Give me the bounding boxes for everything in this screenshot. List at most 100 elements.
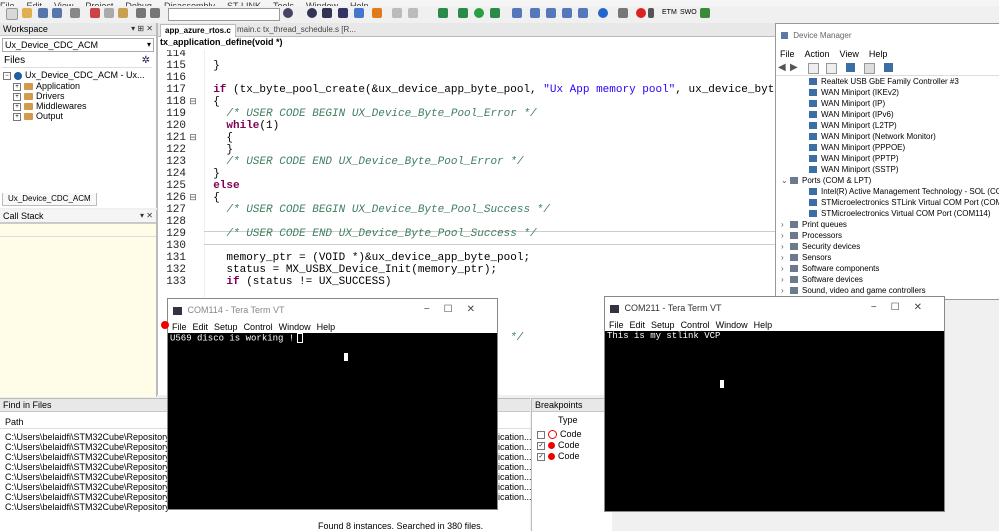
device-item[interactable]: WAN Miniport (SSTP) (809, 165, 899, 174)
go-to-icon[interactable] (322, 8, 332, 18)
code-line[interactable]: 117 if (tx_byte_pool_create(&ux_device_a… (158, 84, 775, 96)
find-result-row[interactable]: C:\Users\belaidfi\STM32Cube\Repository\S… (5, 462, 191, 472)
device-item[interactable]: Realtek USB GbE Family Controller #3 (809, 77, 959, 86)
dm-menu-view[interactable]: View (840, 49, 859, 59)
device-item[interactable]: WAN Miniport (IKEv2) (809, 88, 899, 97)
code-line[interactable]: 129 /* USER CODE END UX_Device_Byte_Pool… (158, 228, 775, 240)
find-result-row[interactable]: C:\Users\belaidfi\STM32Cube\Repository\S… (5, 442, 191, 452)
tree-item-drivers[interactable]: + Drivers (13, 91, 65, 101)
breakpoint-row[interactable]: ✓ Code (537, 451, 580, 461)
device-item[interactable]: STMicroelectronics STLink Virtual COM Po… (809, 198, 999, 207)
st-link-icon[interactable] (700, 8, 710, 18)
find-result-row[interactable]: C:\Users\belaidfi\STM32Cube\Repository\S… (5, 432, 191, 442)
find-combobox[interactable] (168, 8, 280, 21)
reset-icon[interactable] (618, 8, 628, 18)
device-item[interactable]: › Print queues (781, 220, 847, 229)
step-into-icon[interactable] (530, 8, 540, 18)
find-result-line[interactable]: ication... (498, 452, 532, 462)
window-controls[interactable]: −☐✕ (871, 297, 936, 319)
workspace-bottom-tab[interactable]: Ux_Device_CDC_ACM (2, 193, 97, 206)
com211-menu-control[interactable]: Control (681, 320, 710, 330)
monitor-icon[interactable] (884, 63, 893, 72)
fold-marker-icon[interactable]: ⊟ (186, 132, 200, 144)
find-next-icon[interactable] (338, 8, 348, 18)
device-list[interactable]: Realtek USB GbE Family Controller #3 WAN … (776, 77, 999, 299)
com211-menu-edit[interactable]: Edit (630, 320, 646, 330)
chevron-right-icon[interactable]: › (781, 253, 784, 262)
bookmark-icon[interactable] (354, 8, 364, 18)
next-statement-icon[interactable] (562, 8, 572, 18)
code-line[interactable]: 133 if (status != UX_SUCCESS) (158, 276, 775, 288)
print-icon[interactable] (70, 8, 80, 18)
device-item[interactable]: › Software devices (781, 275, 863, 284)
tab-tx-thread-schedule[interactable]: tx_thread_schedule.s [R... (260, 24, 359, 36)
stop-build-icon[interactable] (490, 8, 500, 18)
save-icon[interactable] (38, 8, 48, 18)
code-line[interactable]: 121 ⊟ { (158, 132, 775, 144)
find-result-row[interactable]: C:\Users\belaidfi\STM32Cube\Repository\S… (5, 482, 191, 492)
code-line[interactable]: 131 memory_ptr = (VOID *)&ux_device_app_… (158, 252, 775, 264)
cut-icon[interactable] (90, 8, 100, 18)
breakpoint-checkbox[interactable]: ✓ (537, 452, 545, 461)
breakpoints-header[interactable]: Type (558, 415, 578, 425)
chevron-right-icon[interactable]: › (781, 286, 784, 295)
bookmark-prev-icon[interactable] (392, 8, 402, 18)
code-line[interactable]: 124 } (158, 168, 775, 180)
code-line[interactable]: 130 (158, 240, 775, 252)
com114-terminal[interactable]: U569 disco is working ! (168, 333, 497, 509)
device-item[interactable]: › Software components (781, 264, 879, 273)
open-folder-icon[interactable] (22, 8, 32, 18)
go-icon[interactable] (598, 8, 608, 18)
find-result-line[interactable]: ication... (498, 472, 532, 482)
stop-debug-icon[interactable] (636, 8, 646, 18)
find-result-row[interactable]: C:\Users\belaidfi\STM32Cube\Repository\S… (5, 452, 191, 462)
device-item[interactable]: WAN Miniport (L2TP) (809, 121, 897, 130)
expand-icon[interactable]: + (13, 82, 21, 91)
panel-controls[interactable]: ▾ ⊞ ✕ (131, 23, 153, 35)
expand-icon[interactable]: + (13, 112, 21, 121)
toggle-bookmark-icon[interactable] (408, 8, 418, 18)
chevron-right-icon[interactable]: › (781, 275, 784, 284)
device-item[interactable]: WAN Miniport (IPv6) (809, 110, 894, 119)
project-select[interactable]: Ux_Device_CDC_ACM ▾ (2, 38, 154, 52)
find-result-row[interactable]: C:\Users\belaidfi\STM32Cube\Repository\S… (5, 502, 191, 512)
copy-icon[interactable] (104, 8, 114, 18)
tree-item-project[interactable]: − Ux_Device_CDC_ACM - Ux... (3, 70, 145, 80)
chevron-right-icon[interactable]: › (781, 231, 784, 240)
chevron-down-icon[interactable]: ⌄ (781, 176, 788, 185)
tree-item-application[interactable]: + Application (13, 81, 80, 91)
code-line[interactable]: 115 } (158, 60, 775, 72)
find-result-line[interactable]: ication... (498, 482, 532, 492)
device-item[interactable]: › Sensors (781, 253, 831, 262)
find-result-line[interactable]: ication... (498, 442, 532, 452)
com211-menu-window[interactable]: Window (716, 320, 748, 330)
com211-terminal[interactable]: This is my stlink VCP (605, 331, 944, 511)
code-line[interactable]: 114 (158, 50, 775, 60)
undo-icon[interactable] (136, 8, 146, 18)
device-item[interactable]: ⌄ Ports (COM & LPT) (781, 176, 871, 185)
breakpoint-row[interactable]: Code (537, 429, 582, 440)
dm-menu-action[interactable]: Action (805, 49, 830, 59)
code-line[interactable]: 116 (158, 72, 775, 84)
run-to-cursor-icon[interactable] (578, 8, 588, 18)
com114-menu-edit[interactable]: Edit (193, 322, 209, 332)
code-line[interactable]: 132 status = MX_USBX_Device_Init(memory_… (158, 264, 775, 276)
tab-app-azure-rtos[interactable]: app_azure_rtos.c (160, 24, 236, 37)
properties-icon[interactable] (808, 63, 819, 74)
device-item[interactable]: › Sound, video and game controllers (781, 286, 926, 295)
com114-menu-setup[interactable]: Setup (214, 322, 238, 332)
fold-marker-icon[interactable]: ⊟ (186, 192, 200, 204)
device-item[interactable]: WAN Miniport (PPTP) (809, 154, 899, 163)
function-bar[interactable]: tx_application_define(void *) (160, 37, 283, 48)
device-item[interactable]: Intel(R) Active Management Technology - … (809, 187, 999, 196)
tree-item-middlewares[interactable]: + Middlewares (13, 101, 87, 111)
code-line[interactable]: 119 /* USER CODE BEGIN UX_Device_Byte_Po… (158, 108, 775, 120)
tree-item-output[interactable]: + Output (13, 111, 63, 121)
code-line[interactable]: 123 /* USER CODE END UX_Device_Byte_Pool… (158, 156, 775, 168)
gear-icon[interactable]: ✲ (142, 54, 150, 67)
breakpoint-row[interactable]: ✓ Code (537, 440, 580, 450)
device-item[interactable]: STMicroelectronics Virtual COM Port (COM… (809, 209, 991, 218)
redo-icon[interactable] (150, 8, 160, 18)
show-hidden-icon[interactable] (826, 63, 837, 74)
chevron-right-icon[interactable]: › (781, 264, 784, 273)
